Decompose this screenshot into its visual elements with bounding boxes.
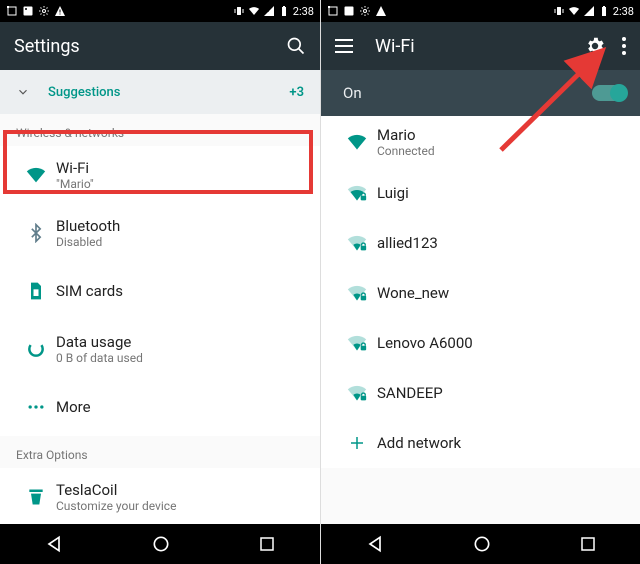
warning-icon [54, 5, 66, 17]
suggestions-label: Suggestions [48, 85, 120, 100]
bluetooth-icon [16, 223, 56, 243]
battery-icon [278, 5, 290, 17]
warning-icon [375, 5, 387, 17]
plus-icon [337, 434, 377, 452]
wifi-screen: 2:38 Wi-Fi On Mario Connected Luigi alli… [320, 0, 640, 564]
gear-icon [359, 5, 371, 17]
teslacoil-row[interactable]: TeslaCoil Customize your device [0, 468, 320, 526]
more-label: More [56, 398, 91, 416]
network-row[interactable]: Mario Connected [321, 116, 640, 168]
vibrate-icon [233, 5, 245, 17]
add-network-row[interactable]: Add network [321, 418, 640, 468]
add-network-label: Add network [377, 434, 461, 452]
wifi-state: On [343, 84, 592, 102]
wifi-toggle[interactable] [592, 85, 626, 101]
battery-icon [598, 5, 610, 17]
section-wireless: Wireless & networks [0, 114, 320, 146]
section-extra: Extra Options [0, 436, 320, 468]
wifi-signal-icon [337, 382, 377, 404]
settings-gear-icon[interactable] [584, 35, 606, 57]
wifi-signal-icon [337, 282, 377, 304]
recent-button[interactable] [258, 535, 276, 553]
network-name: Mario [377, 126, 435, 144]
teslacoil-icon [16, 487, 56, 507]
sim-icon [16, 281, 56, 301]
network-name: Wone_new [377, 284, 449, 302]
suggestions-count: +3 [289, 85, 304, 100]
clock: 2:38 [613, 5, 634, 18]
teslacoil-sub: Customize your device [56, 499, 176, 513]
teslacoil-label: TeslaCoil [56, 481, 176, 499]
wifi-status-icon [568, 5, 580, 17]
nav-bar [0, 524, 320, 564]
network-row[interactable]: Wone_new [321, 268, 640, 318]
vibrate-icon [553, 5, 565, 17]
bluetooth-sub: Disabled [56, 235, 120, 249]
wifi-status-icon [248, 5, 260, 17]
back-button[interactable] [365, 534, 385, 554]
home-button[interactable] [472, 534, 492, 554]
wifi-sub: "Mario" [56, 177, 94, 191]
nav-bar [321, 524, 640, 564]
network-name: Luigi [377, 184, 409, 202]
page-title: Wi-Fi [375, 36, 584, 57]
wifi-appbar: Wi-Fi [321, 22, 640, 70]
bluetooth-label: Bluetooth [56, 217, 120, 235]
wifi-toggle-bar: On [321, 70, 640, 116]
chevron-down-icon [16, 85, 30, 99]
wifi-signal-icon [337, 332, 377, 354]
page-title: Settings [14, 36, 286, 57]
network-name: Lenovo A6000 [377, 334, 473, 352]
network-status: Connected [377, 144, 435, 158]
screenshot-icon [327, 5, 339, 17]
wifi-signal-icon [337, 182, 377, 204]
signal-icon [583, 5, 595, 17]
back-button[interactable] [44, 534, 64, 554]
wifi-label: Wi-Fi [56, 159, 94, 177]
status-bar: R 2:38 [0, 0, 320, 22]
more-icon [16, 397, 56, 417]
sim-label: SIM cards [56, 282, 123, 300]
data-usage-row[interactable]: Data usage 0 B of data used [0, 320, 320, 378]
network-name: allied123 [377, 234, 438, 252]
wifi-signal-icon [337, 232, 377, 254]
svg-text:R: R [266, 8, 269, 14]
search-icon[interactable] [286, 36, 306, 56]
settings-appbar: Settings [0, 22, 320, 70]
status-bar: 2:38 [321, 0, 640, 22]
wifi-icon [16, 164, 56, 186]
data-usage-label: Data usage [56, 333, 143, 351]
network-row[interactable]: Luigi [321, 168, 640, 218]
recent-button[interactable] [579, 535, 597, 553]
clock: 2:38 [293, 5, 314, 18]
network-row[interactable]: allied123 [321, 218, 640, 268]
signal-icon: R [263, 5, 275, 17]
gear-icon [38, 5, 50, 17]
more-row[interactable]: More [0, 378, 320, 436]
image-icon [22, 5, 34, 17]
bluetooth-row[interactable]: Bluetooth Disabled [0, 204, 320, 262]
screenshot-icon [6, 5, 18, 17]
data-usage-sub: 0 B of data used [56, 351, 143, 365]
home-button[interactable] [151, 534, 171, 554]
overflow-icon[interactable] [622, 37, 626, 55]
wifi-row[interactable]: Wi-Fi "Mario" [0, 146, 320, 204]
wifi-signal-icon [337, 131, 377, 153]
network-name: SANDEEP [377, 384, 443, 402]
settings-screen: R 2:38 Settings Suggestions +3 Wireless … [0, 0, 320, 564]
image-icon [343, 5, 355, 17]
network-row[interactable]: Lenovo A6000 [321, 318, 640, 368]
network-row[interactable]: SANDEEP [321, 368, 640, 418]
suggestions-row[interactable]: Suggestions +3 [0, 70, 320, 114]
menu-icon[interactable] [335, 39, 353, 53]
data-usage-icon [16, 339, 56, 359]
sim-row[interactable]: SIM cards [0, 262, 320, 320]
